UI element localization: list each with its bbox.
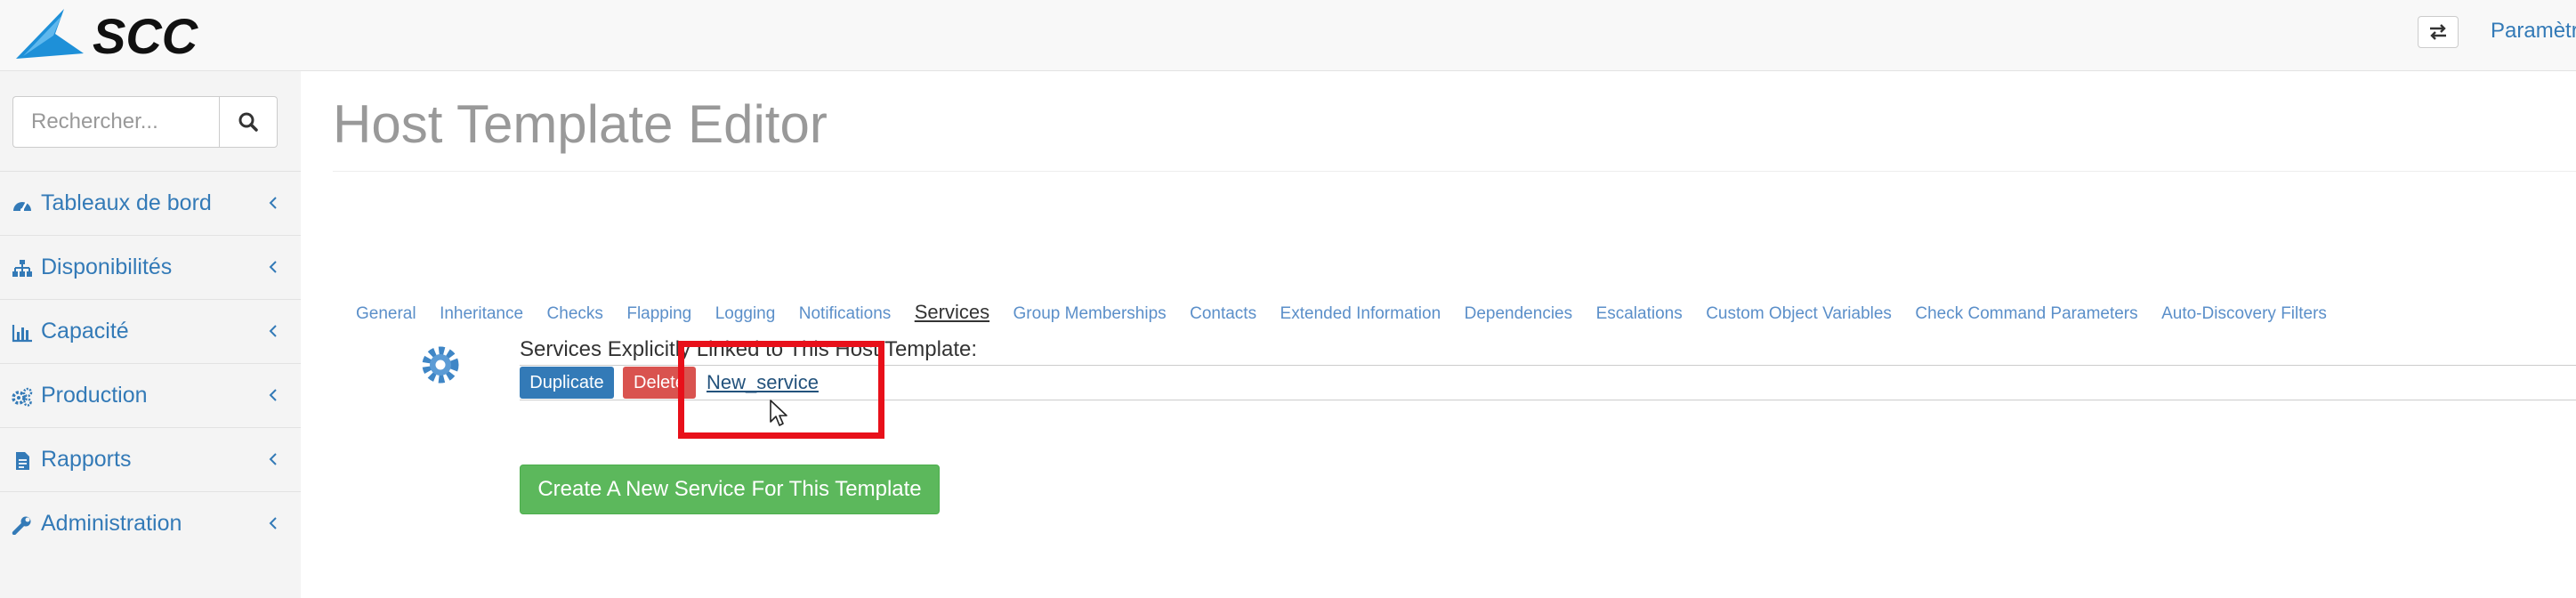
tab-logging[interactable]: Logging xyxy=(715,303,776,326)
editor-tabs: General Inheritance Checks Flapping Logg… xyxy=(356,301,2346,327)
sidebar-item-production[interactable]: Production xyxy=(0,363,301,427)
create-service-button[interactable]: Create A New Service For This Template xyxy=(520,465,940,514)
tab-dependencies[interactable]: Dependencies xyxy=(1465,303,1572,326)
tab-notifications[interactable]: Notifications xyxy=(799,303,892,326)
tab-check-command-parameters[interactable]: Check Command Parameters xyxy=(1915,303,2137,326)
mouse-pointer-icon xyxy=(770,400,787,426)
tab-flapping[interactable]: Flapping xyxy=(626,303,691,326)
tab-auto-discovery-filters[interactable]: Auto-Discovery Filters xyxy=(2161,303,2327,326)
sidebar: Tableaux de bord Disponibilités Capacité xyxy=(0,71,301,598)
dashboard-icon xyxy=(13,201,31,212)
sidebar-nav: Tableaux de bord Disponibilités Capacité xyxy=(0,171,301,555)
sidebar-item-label: Administration xyxy=(41,511,182,536)
tab-inheritance[interactable]: Inheritance xyxy=(440,303,523,326)
swap-arrows-icon xyxy=(2430,24,2446,40)
sidebar-item-label: Rapports xyxy=(41,447,132,472)
sidebar-item-rapports[interactable]: Rapports xyxy=(0,427,301,491)
sidebar-item-disponibilites[interactable]: Disponibilités xyxy=(0,235,301,299)
search-input[interactable] xyxy=(12,96,219,148)
chevron-left-icon xyxy=(269,261,277,273)
sitemap-icon xyxy=(12,260,32,277)
scc-logo[interactable]: SCC xyxy=(12,7,253,62)
services-gear-icon xyxy=(422,346,459,384)
chevron-left-icon xyxy=(269,197,277,209)
params-link[interactable]: Paramètr xyxy=(2491,18,2576,44)
sidebar-item-label: Tableaux de bord xyxy=(41,190,212,215)
tab-general[interactable]: General xyxy=(356,303,416,326)
logo-text: SCC xyxy=(93,8,199,62)
chevron-left-icon xyxy=(269,389,277,401)
chevron-left-icon xyxy=(269,517,277,529)
tab-contacts[interactable]: Contacts xyxy=(1190,303,1256,326)
chevron-left-icon xyxy=(269,453,277,465)
title-divider xyxy=(333,171,2576,172)
wrench-icon xyxy=(12,516,31,535)
duplicate-button[interactable]: Duplicate xyxy=(520,367,614,399)
tab-custom-object-variables[interactable]: Custom Object Variables xyxy=(1706,303,1892,326)
chevron-left-icon xyxy=(269,325,277,337)
sidebar-search xyxy=(12,96,278,148)
sidebar-item-label: Capacité xyxy=(41,319,129,343)
tab-checks[interactable]: Checks xyxy=(547,303,603,326)
tab-services[interactable]: Services xyxy=(915,301,989,324)
bar-chart-icon xyxy=(12,325,32,343)
tab-escalations[interactable]: Escalations xyxy=(1596,303,1683,326)
top-bar: SCC Paramètr xyxy=(0,0,2576,71)
search-icon xyxy=(238,112,258,132)
tab-extended-information[interactable]: Extended Information xyxy=(1280,303,1441,326)
sidebar-item-label: Production xyxy=(41,383,148,408)
sidebar-item-capacite[interactable]: Capacité xyxy=(0,299,301,363)
swap-button[interactable] xyxy=(2418,16,2459,48)
gears-icon xyxy=(12,387,33,407)
tab-group-memberships[interactable]: Group Memberships xyxy=(1013,303,1167,326)
sidebar-item-tableaux-de-bord[interactable]: Tableaux de bord xyxy=(0,171,301,235)
search-button[interactable] xyxy=(219,96,278,148)
page-title: Host Template Editor xyxy=(333,94,828,154)
file-icon xyxy=(16,452,29,470)
sidebar-item-administration[interactable]: Administration xyxy=(0,491,301,555)
sidebar-item-label: Disponibilités xyxy=(41,255,173,279)
